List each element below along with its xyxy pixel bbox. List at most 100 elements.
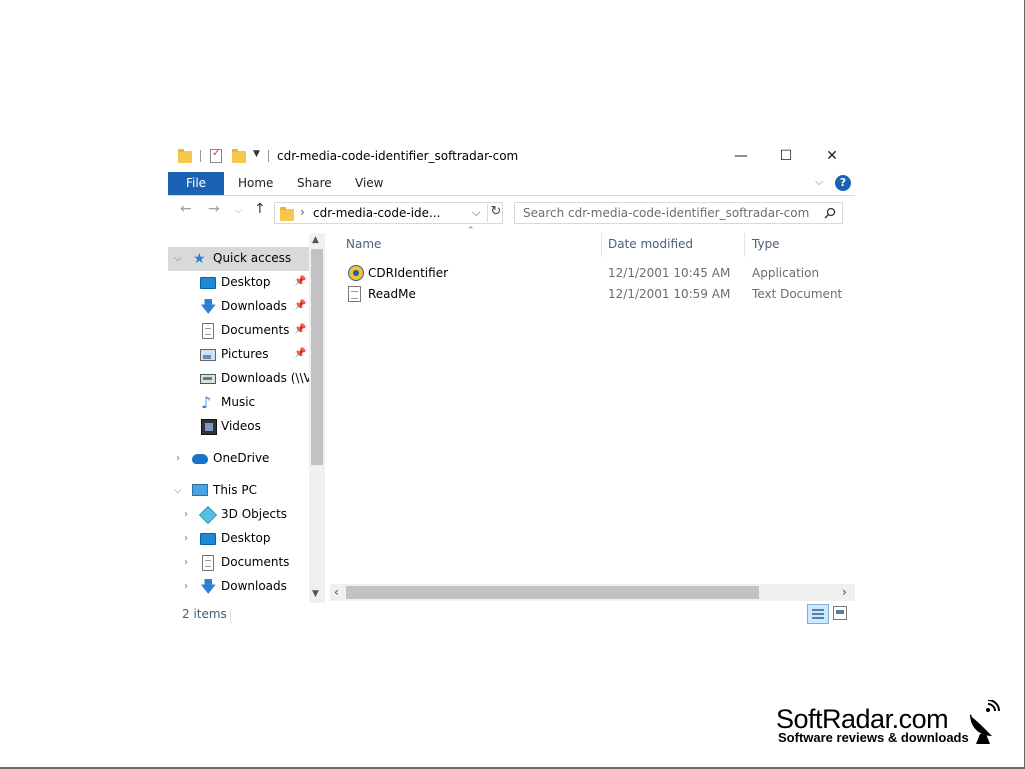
customize-toolbar-chevron-icon[interactable]: ▼	[253, 149, 260, 159]
back-arrow-icon[interactable]: ←	[180, 201, 192, 217]
item-count: 2 items	[182, 607, 227, 621]
search-input[interactable]: Search cdr-media-code-identifier_softrad…	[514, 202, 843, 224]
scroll-right-icon[interactable]: ›	[842, 585, 847, 599]
file-date-modified: 12/1/2001 10:59 AM	[608, 287, 731, 301]
nav-item-label: Downloads	[221, 299, 287, 313]
file-row[interactable]: ReadMe 12/1/2001 10:59 AM Text Document	[344, 284, 844, 304]
chevron-right-icon[interactable]: ›	[184, 509, 188, 520]
nav-item-label: Pictures	[221, 347, 269, 361]
downloads-icon: 🡇	[200, 297, 217, 316]
refresh-icon[interactable]: ↻	[487, 204, 504, 222]
search-icon[interactable]	[824, 207, 836, 219]
documents-icon	[202, 323, 214, 339]
pin-icon[interactable]: 📌	[294, 276, 306, 287]
nav-item-pc-desktop[interactable]: › Desktop	[168, 527, 309, 551]
close-button[interactable]: ✕	[809, 141, 855, 171]
application-icon	[348, 265, 364, 281]
scroll-left-icon[interactable]: ‹	[334, 585, 339, 599]
star-icon: ★	[193, 251, 206, 267]
sort-ascending-icon: ⌃	[467, 226, 475, 236]
column-header-date-modified[interactable]: Date modified	[608, 237, 693, 259]
tab-file[interactable]: File	[168, 172, 224, 195]
desktop-icon	[200, 277, 216, 289]
chevron-right-icon[interactable]: ›	[176, 453, 180, 464]
nav-item-quick-access[interactable]: ⌵ ★ Quick access	[168, 247, 309, 271]
nav-item-3d-objects[interactable]: › 3D Objects	[168, 503, 309, 527]
pictures-icon	[200, 349, 216, 361]
pin-icon[interactable]: 📌	[294, 324, 306, 335]
nav-item-label: Music	[221, 395, 256, 409]
tab-home[interactable]: Home	[238, 172, 273, 195]
navigation-pane-scrollbar[interactable]: ▲ ▼	[309, 233, 325, 603]
chevron-down-icon[interactable]: ⌵	[174, 253, 182, 264]
up-arrow-icon[interactable]: ↑	[254, 201, 266, 217]
nav-item-label: OneDrive	[213, 451, 270, 465]
chevron-right-icon[interactable]: ›	[184, 557, 188, 568]
scrollbar-thumb[interactable]	[311, 249, 323, 465]
address-history-chevron-icon[interactable]: ⌵	[472, 206, 480, 220]
nav-item-pictures[interactable]: Pictures 📌	[168, 343, 309, 367]
column-divider[interactable]	[601, 233, 602, 257]
file-date-modified: 12/1/2001 10:45 AM	[608, 266, 731, 280]
scroll-up-icon[interactable]: ▲	[312, 235, 319, 245]
properties-icon[interactable]	[210, 148, 222, 163]
nav-item-onedrive[interactable]: › OneDrive	[168, 447, 309, 471]
nav-item-desktop[interactable]: Desktop 📌	[168, 271, 309, 295]
desktop-icon	[200, 533, 216, 545]
nav-item-label: Downloads	[221, 579, 287, 593]
file-type: Application	[752, 266, 820, 280]
nav-item-videos[interactable]: Videos	[168, 415, 309, 439]
recent-locations-chevron-icon[interactable]: ⌵	[235, 206, 242, 216]
tab-view[interactable]: View	[355, 172, 383, 195]
toolbar-divider	[200, 150, 201, 162]
expand-ribbon-chevron-icon[interactable]: ⌵	[815, 175, 823, 189]
nav-item-pc-downloads[interactable]: › 🡇 Downloads	[168, 575, 309, 599]
nav-item-music[interactable]: ♪ Music	[168, 391, 309, 415]
pin-icon[interactable]: 📌	[294, 300, 306, 311]
column-header-name[interactable]: Name	[346, 237, 381, 259]
large-icons-view-icon[interactable]	[833, 606, 847, 620]
nav-item-label: This PC	[213, 483, 257, 497]
status-bar: 2 items	[168, 603, 855, 629]
file-list: ⌃ Name Date modified Type CDRIdentifier …	[326, 226, 855, 606]
scroll-down-icon[interactable]: ▼	[312, 589, 319, 599]
chevron-right-icon[interactable]: ›	[184, 533, 188, 544]
minimize-button[interactable]: —	[718, 141, 764, 171]
navigation-pane: ⌵ ★ Quick access Desktop 📌 🡇 Downloads 📌…	[168, 233, 309, 603]
address-bar[interactable]: › cdr-media-code-ide... ⌵ ↻	[274, 202, 503, 224]
nav-item-pc-documents[interactable]: › Documents	[168, 551, 309, 575]
file-row[interactable]: CDRIdentifier 12/1/2001 10:45 AM Applica…	[344, 263, 844, 283]
nav-item-downloads[interactable]: 🡇 Downloads 📌	[168, 295, 309, 319]
chevron-down-icon[interactable]: ⌵	[174, 485, 182, 496]
search-placeholder: Search cdr-media-code-identifier_softrad…	[523, 206, 810, 220]
nav-item-label: Desktop	[221, 275, 271, 289]
tab-share[interactable]: Share	[297, 172, 332, 195]
folder-icon	[280, 207, 294, 221]
nav-item-label: Desktop	[221, 531, 271, 545]
text-document-icon	[348, 286, 361, 302]
scrollbar-thumb[interactable]	[346, 586, 759, 599]
nav-item-this-pc[interactable]: ⌵ This PC	[168, 479, 309, 503]
nav-item-documents[interactable]: Documents 📌	[168, 319, 309, 343]
help-icon[interactable]: ?	[835, 175, 851, 191]
satellite-dish-icon	[970, 700, 1000, 744]
new-folder-icon[interactable]	[232, 149, 246, 163]
column-divider[interactable]	[744, 233, 745, 257]
network-drive-icon	[200, 374, 216, 384]
nav-item-network-downloads[interactable]: Downloads (\\VE	[168, 367, 309, 391]
chevron-right-icon[interactable]: ›	[184, 581, 188, 592]
column-header-type[interactable]: Type	[752, 237, 780, 259]
ribbon-tabs: File Home Share View ⌵ ?	[168, 172, 855, 196]
status-divider	[230, 609, 231, 623]
details-view-icon[interactable]	[807, 604, 829, 624]
maximize-button[interactable]: ☐	[763, 141, 809, 171]
documents-icon	[202, 555, 214, 571]
file-name: CDRIdentifier	[368, 266, 449, 280]
nav-item-label: Documents	[221, 323, 290, 337]
forward-arrow-icon[interactable]: →	[208, 201, 220, 217]
breadcrumb-separator-icon: ›	[300, 205, 305, 219]
breadcrumb-current-folder[interactable]: cdr-media-code-ide...	[313, 206, 440, 220]
pin-icon[interactable]: 📌	[294, 348, 306, 359]
horizontal-scrollbar[interactable]: ‹ ›	[330, 584, 855, 601]
folder-icon	[178, 149, 192, 163]
